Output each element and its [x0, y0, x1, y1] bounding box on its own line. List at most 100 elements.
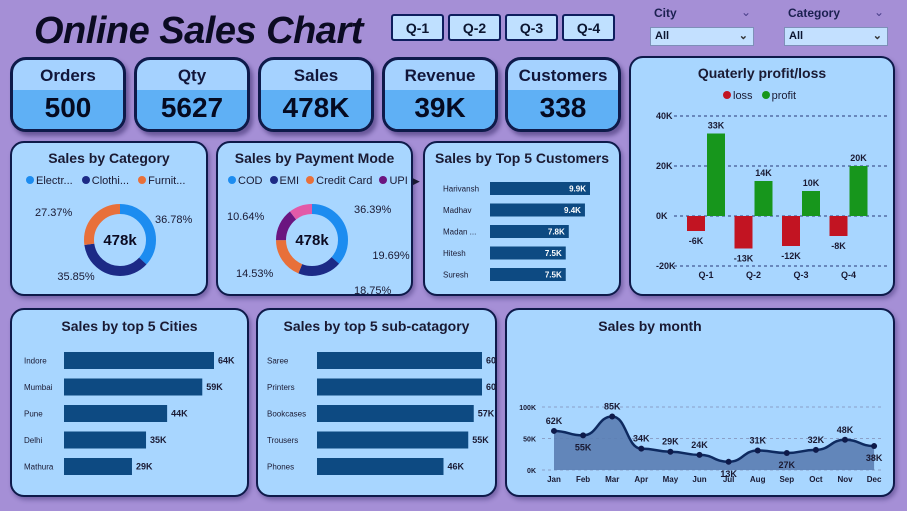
donut-value-label: 36.78%: [155, 214, 193, 226]
payment-donut-chart[interactable]: 478k 36.39% 19.69% 18.75% 14.53% 10.64%: [216, 141, 413, 296]
x-tick-label: May: [663, 475, 679, 484]
bar-category-label: Hitesh: [443, 249, 466, 258]
data-point: [842, 436, 848, 443]
q4-button[interactable]: Q-4: [562, 14, 615, 41]
sales-by-top-customers-card[interactable]: Sales by Top 5 Customers Harivansh 9.9K Ma…: [423, 141, 621, 296]
data-label: 31K: [749, 435, 766, 445]
kpi-label: Sales: [293, 66, 339, 85]
y-tick-label: 0K: [656, 211, 668, 221]
bar-value-label: 7.5K: [545, 249, 562, 258]
sales-by-subcategory-card[interactable]: Sales by top 5 sub-catagory Saree60KPrin…: [256, 308, 497, 497]
donut-value-label: 35.85%: [57, 271, 95, 283]
kpi-value: 39K: [385, 90, 495, 129]
bar-value-label: 9.4K: [564, 206, 581, 215]
y-tick-label: 0K: [527, 468, 536, 475]
data-point: [871, 443, 878, 450]
profit-loss-bar-chart[interactable]: 40K 20K 0K -20K -6K 33K Q-1 -13K 14K Q-2 -12K 10K Q-…: [629, 56, 895, 296]
x-tick-label: Q-1: [698, 270, 713, 280]
loss-bar: [687, 216, 705, 231]
data-point: [609, 413, 616, 420]
sales-by-cities-card[interactable]: Sales by top 5 Cities Indore 64K Mumbai 59K…: [10, 308, 249, 497]
data-label: 62K: [546, 416, 563, 426]
profit-value-label: 33K: [708, 121, 725, 131]
bar: [64, 431, 147, 449]
loss-value-label: -12K: [781, 251, 801, 261]
bar: [317, 405, 474, 422]
loss-bar: [829, 216, 848, 236]
category-dropdown-value: All: [789, 30, 804, 42]
loss-bar: [782, 216, 800, 246]
bar-category-label: Delhi: [24, 436, 42, 445]
top-customers-bar-chart[interactable]: Harivansh 9.9K Madhav 9.4K Madan ... 7.8K Hite…: [423, 141, 621, 296]
data-label: 29K: [662, 437, 679, 447]
sales-by-category-card[interactable]: Sales by Category Electr... Clothi... Fu…: [10, 141, 208, 296]
x-tick-label: Dec: [867, 475, 882, 484]
monthly-sales-area-chart[interactable]: 100K 50K 0K 62K Jan 55K Feb 85K Mar 34K Apr 29K May 2…: [505, 308, 895, 497]
bar-value-label: 57K: [478, 409, 495, 419]
loss-value-label: -13K: [734, 254, 754, 264]
sales-by-payment-card[interactable]: Sales by Payment Mode COD EMI Credit Car…: [216, 141, 420, 296]
profit-bar: [707, 133, 725, 216]
top-cities-bar-chart[interactable]: Indore 64K Mumbai 59K Pune 44K Delhi 35K Mathura…: [10, 308, 249, 497]
data-label: 24K: [691, 440, 708, 450]
kpi-value: 338: [508, 90, 618, 129]
y-tick-label: -20K: [656, 261, 676, 271]
data-label: 48K: [837, 425, 854, 435]
data-point: [667, 448, 674, 455]
donut-center-label: 478k: [103, 232, 137, 249]
bar: [317, 352, 482, 369]
x-tick-label: Jul: [723, 475, 735, 484]
category-donut-chart[interactable]: 478k 36.78% 35.85% 27.37%: [10, 141, 208, 296]
bar-value-label: 46K: [448, 462, 465, 472]
category-dropdown[interactable]: All ⌄: [784, 27, 888, 46]
donut-value-label: 36.39%: [354, 204, 392, 216]
chevron-down-icon[interactable]: ⌄: [741, 5, 751, 19]
category-filter-label: Category: [788, 6, 841, 20]
profit-bar: [754, 181, 773, 216]
data-label: 85K: [604, 401, 621, 411]
bar-value-label: 44K: [171, 409, 188, 419]
city-dropdown[interactable]: All ⌄: [650, 27, 754, 46]
top-subcategory-bar-chart[interactable]: Saree 60K Printers 60K Bookcases 57K Trousers 5…: [256, 308, 497, 497]
x-tick-label: Nov: [837, 475, 853, 484]
bar-category-label: Madan ...: [443, 228, 476, 237]
x-tick-label: Jan: [547, 475, 561, 484]
kpi-qty: Qty 5627: [134, 57, 250, 132]
bar-category-label: Pune: [24, 410, 43, 419]
data-point: [754, 447, 761, 454]
loss-bar: [734, 216, 753, 249]
q3-button[interactable]: Q-3: [505, 14, 558, 41]
sales-by-month-card[interactable]: Sales by month 100K 50K 0K 62K Jan 55K Feb 85K M…: [505, 308, 895, 497]
q1-button[interactable]: Q-1: [391, 14, 444, 41]
bar-value-label: 9.9K: [569, 185, 586, 194]
data-label: 34K: [633, 434, 650, 444]
profit-value-label: 10K: [803, 178, 820, 188]
bar-value-label: 35K: [150, 435, 167, 445]
data-point: [696, 451, 703, 458]
donut-value-label: 27.37%: [35, 207, 73, 219]
kpi-value: 5627: [137, 90, 247, 129]
kpi-value: 500: [13, 90, 123, 129]
legend-next-icon[interactable]: ▶: [413, 176, 420, 186]
donut-value-label: 19.69%: [372, 250, 410, 262]
bar-category-label: Phones: [267, 463, 294, 472]
bar-value-label: 59K: [206, 382, 223, 392]
bar: [64, 352, 214, 369]
q2-button[interactable]: Q-2: [448, 14, 501, 41]
bar-category-label: Mathura: [24, 463, 54, 472]
donut-value-label: 18.75%: [354, 285, 392, 296]
bar-category-label: Suresh: [443, 271, 468, 280]
quarterly-profit-loss-card[interactable]: Quaterly profit/loss loss profit 40K 20K 0…: [629, 56, 895, 296]
data-point: [638, 445, 645, 452]
profit-value-label: 20K: [850, 153, 867, 163]
chevron-down-icon: ⌄: [872, 30, 882, 42]
chevron-down-icon[interactable]: ⌄: [874, 5, 884, 19]
x-tick-label: Mar: [605, 475, 619, 484]
y-tick-label: 100K: [519, 405, 536, 412]
data-label: 27K: [779, 460, 796, 470]
data-point: [551, 427, 557, 434]
data-label: 38K: [866, 453, 883, 463]
kpi-label: Revenue: [404, 66, 476, 85]
loss-value-label: -6K: [689, 236, 704, 246]
bar: [317, 378, 482, 396]
